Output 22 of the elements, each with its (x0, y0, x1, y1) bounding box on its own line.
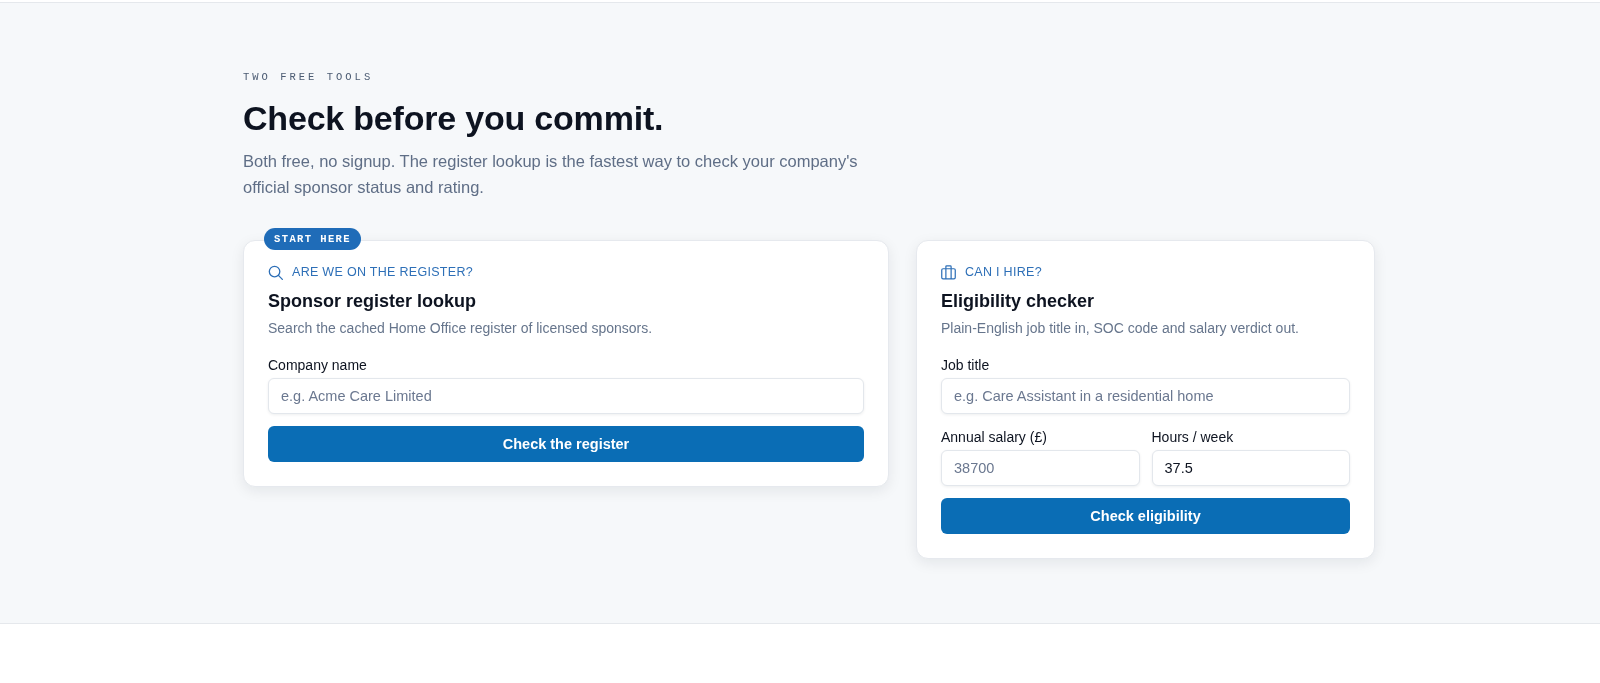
text-field[interactable]: e.g. Acme Care Limited (268, 378, 864, 414)
card-eyebrow: ARE WE ON THE REGISTER? (292, 264, 473, 280)
card-description: Search the cached Home Office register of licensed sponsors. (268, 319, 654, 338)
submit-button[interactable]: Check eligibility (941, 498, 1350, 534)
field-label: Company name (268, 356, 368, 374)
card-eyebrow: CAN I HIRE? (965, 264, 1042, 280)
card-title: Eligibility checker (941, 290, 1096, 313)
card-description: Plain-English job title in, SOC code and salary verdict out. (941, 319, 1300, 338)
briefcase-icon (941, 264, 956, 280)
card-title: Sponsor register lookup (268, 290, 478, 313)
field-label: Annual salary (£) (941, 428, 1048, 446)
text-field[interactable]: 37.5 (1151, 450, 1350, 486)
page-heading: Check before you commit. (243, 98, 665, 138)
field-label: Hours / week (1151, 428, 1235, 446)
section-eyebrow: TWO FREE TOOLS (243, 70, 375, 84)
text-field[interactable]: 38700 (941, 450, 1140, 486)
submit-button[interactable]: Check the register (268, 426, 864, 462)
intro-text: Both free, no signup. The register lookup is the fastest way to check your company's official sponsor status and rating. (243, 151, 859, 198)
field-label: Job title (941, 356, 991, 374)
start-badge: START HERE (264, 228, 361, 250)
text-field[interactable]: e.g. Care Assistant in a residential home (941, 378, 1350, 414)
search-icon (268, 264, 283, 280)
